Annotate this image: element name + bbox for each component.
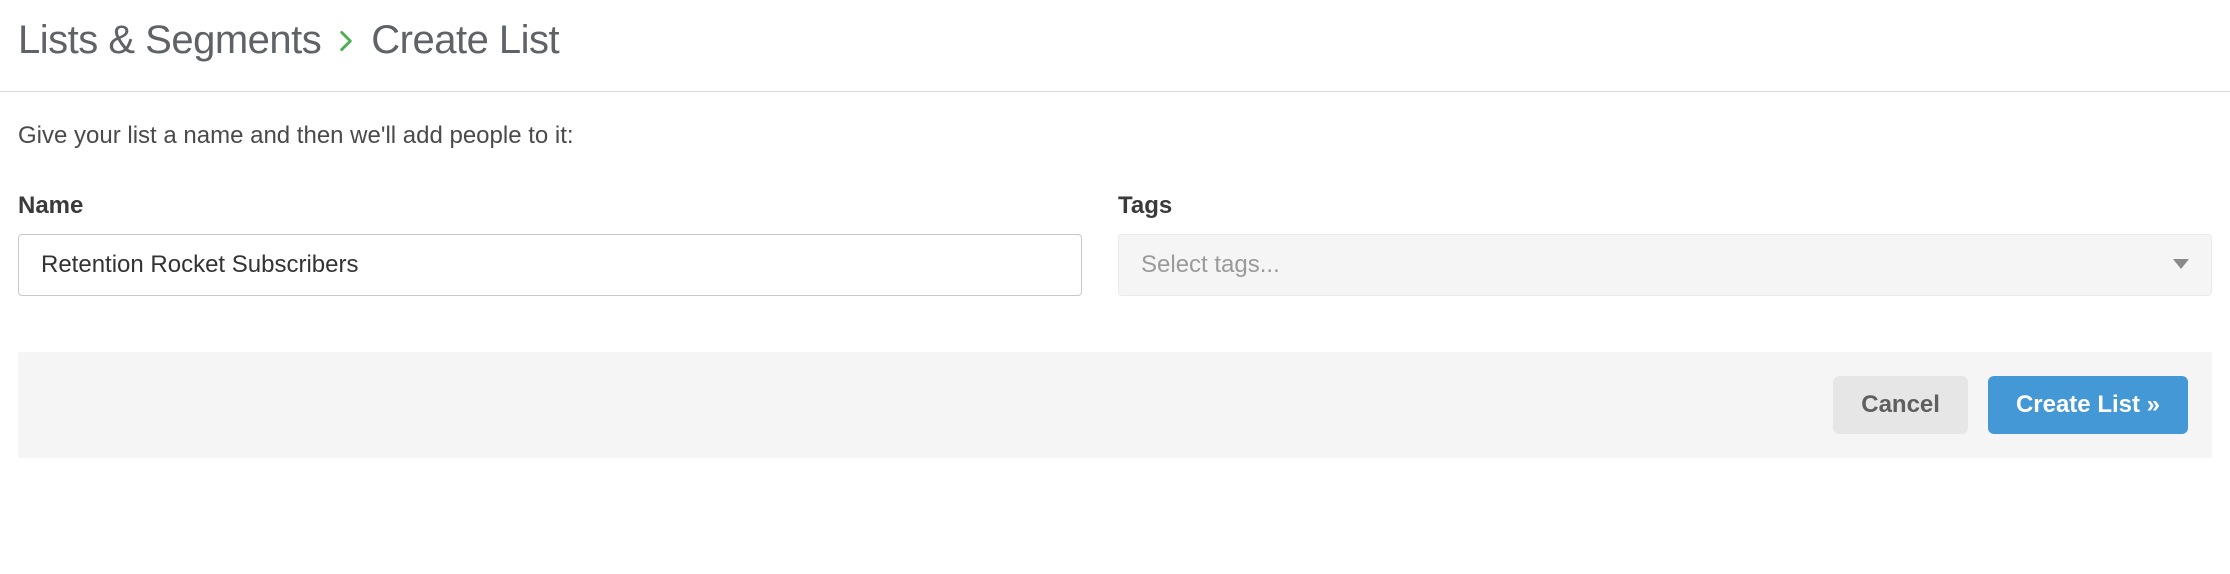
create-list-button[interactable]: Create List » [1988,376,2188,434]
divider [0,91,2230,92]
breadcrumb-current: Create List [371,18,559,63]
breadcrumb-parent[interactable]: Lists & Segments [18,18,321,63]
footer-bar: Cancel Create List » [18,352,2212,458]
tags-placeholder: Select tags... [1141,251,1280,279]
name-field-group: Name [18,192,1082,296]
name-label: Name [18,192,1082,220]
cancel-button[interactable]: Cancel [1833,376,1968,434]
caret-down-icon [2173,256,2189,274]
instruction-text: Give your list a name and then we'll add… [18,122,2212,150]
tags-label: Tags [1118,192,2212,220]
page-container: Lists & Segments Create List Give your l… [0,0,2230,488]
name-input[interactable] [18,234,1082,296]
tags-field-group: Tags Select tags... [1118,192,2212,296]
chevron-right-icon [339,31,353,51]
form-row: Name Tags Select tags... [18,192,2212,296]
tags-select[interactable]: Select tags... [1118,234,2212,296]
breadcrumb: Lists & Segments Create List [18,18,2212,63]
